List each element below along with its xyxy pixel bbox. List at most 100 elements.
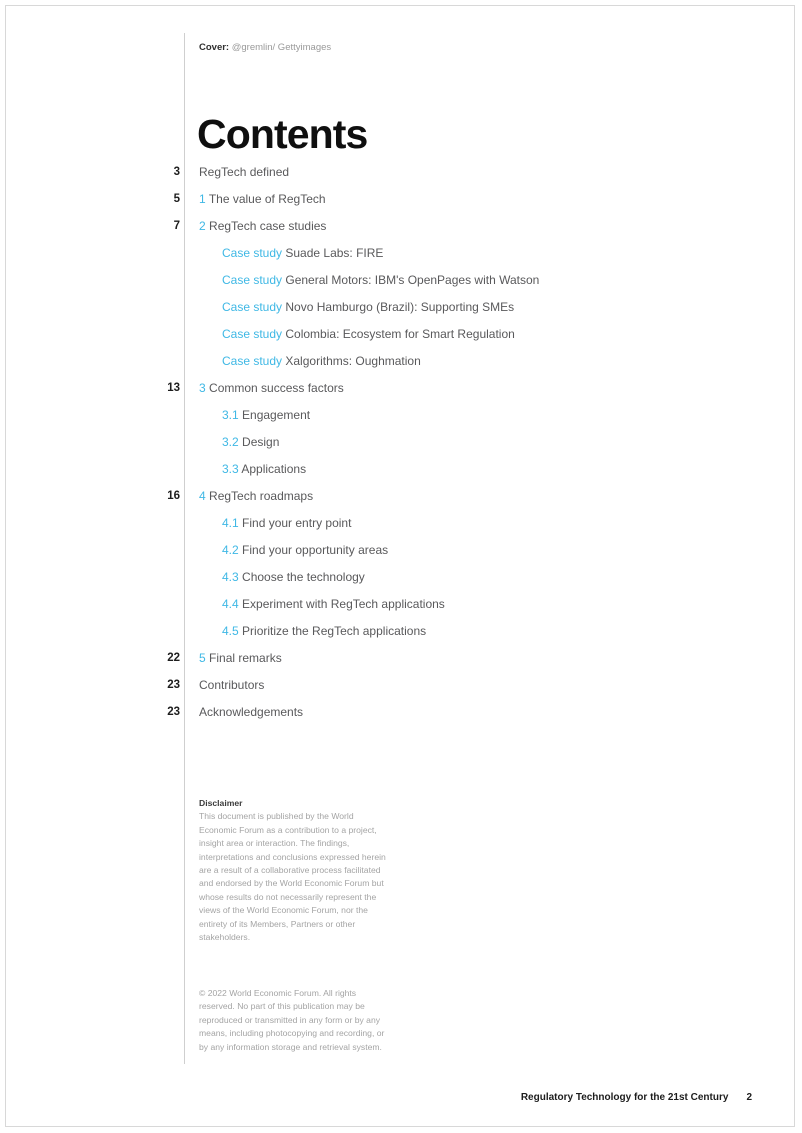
toc-entry[interactable]: Case study Novo Hamburgo (Brazil): Suppo… (222, 299, 514, 315)
toc-entry-label: Novo Hamburgo (Brazil): Supporting SMEs (285, 300, 515, 314)
toc-entry[interactable]: 2 RegTech case studies (199, 218, 326, 234)
disclaimer-block: Disclaimer This document is published by… (199, 797, 391, 944)
toc-row[interactable]: 3.1 Engagement (6, 407, 794, 434)
footer-title: Regulatory Technology for the 21st Centu… (520, 1092, 729, 1103)
toc-row[interactable]: 13 3 Common success factors (6, 380, 794, 407)
toc-entry[interactable]: 4 RegTech roadmaps (199, 488, 313, 504)
toc-section-number: 3.1 (222, 408, 239, 422)
toc-section-number: 2 (199, 219, 206, 233)
toc-entry[interactable]: 4.4 Experiment with RegTech applications (222, 596, 445, 612)
toc-entry[interactable]: 1 The value of RegTech (199, 191, 326, 207)
toc-row[interactable]: 4.1 Find your entry point (6, 515, 794, 542)
disclaimer-body: This document is published by the World … (199, 811, 386, 943)
toc-row[interactable]: 3 RegTech defined (6, 164, 794, 191)
toc-entry[interactable]: RegTech defined (199, 164, 289, 180)
toc-row[interactable]: 4.3 Choose the technology (6, 569, 794, 596)
toc-section-number: 4.2 (222, 543, 239, 557)
toc-entry-label: Experiment with RegTech applications (242, 597, 445, 611)
table-of-contents: 3 RegTech defined 5 1 The value of RegTech 7… (6, 164, 794, 731)
toc-page-number: 23 (167, 706, 180, 718)
toc-section-number: 3.3 (222, 462, 239, 476)
disclaimer-heading: Disclaimer (199, 798, 243, 808)
toc-entry[interactable]: Case study Xalgorithms: Oughmation (222, 353, 421, 369)
toc-entry[interactable]: Case study Suade Labs: FIRE (222, 245, 383, 261)
toc-case-study-tag: Case study (222, 300, 283, 314)
cover-credit-value: @gremlin/ Gettyimages (231, 42, 332, 53)
toc-row[interactable]: 3.2 Design (6, 434, 794, 461)
toc-entry[interactable]: Case study General Motors: IBM's OpenPag… (222, 272, 539, 288)
toc-entry-label: Applications (241, 462, 307, 476)
toc-entry-label: RegTech defined (199, 165, 290, 179)
toc-entry[interactable]: 3 Common success factors (199, 380, 344, 396)
toc-section-number: 4.3 (222, 570, 239, 584)
toc-entry-label: Common success factors (209, 381, 344, 395)
toc-section-number: 3.2 (222, 435, 239, 449)
toc-section-number: 4.4 (222, 597, 239, 611)
toc-case-study-tag: Case study (222, 246, 283, 260)
toc-row[interactable]: 3.3 Applications (6, 461, 794, 488)
toc-entry[interactable]: 3.3 Applications (222, 461, 306, 477)
toc-entry-label: Find your entry point (242, 516, 352, 530)
toc-section-number: 4.1 (222, 516, 239, 530)
toc-row[interactable]: 16 4 RegTech roadmaps (6, 488, 794, 515)
toc-page-number: 7 (173, 220, 180, 232)
toc-entry-label: Final remarks (209, 651, 282, 665)
toc-entry-label: Design (242, 435, 280, 449)
toc-section-number: 4.5 (222, 624, 239, 638)
toc-row[interactable]: 5 1 The value of RegTech (6, 191, 794, 218)
toc-row[interactable]: 7 2 RegTech case studies (6, 218, 794, 245)
toc-case-study-tag: Case study (222, 273, 283, 287)
toc-page-number: 22 (167, 652, 180, 664)
toc-entry-label: Suade Labs: FIRE (285, 246, 384, 260)
toc-entry[interactable]: Case study Colombia: Ecosystem for Smart… (222, 326, 515, 342)
toc-entry-label: Find your opportunity areas (242, 543, 389, 557)
toc-row[interactable]: Case study Suade Labs: FIRE (6, 245, 794, 272)
page-title: Contents (197, 111, 368, 158)
toc-entry[interactable]: Contributors (199, 677, 264, 693)
cover-credit-label: Cover: (199, 42, 230, 53)
copyright-notice: © 2022 World Economic Forum. All rights … (199, 988, 385, 1052)
toc-row[interactable]: 4.2 Find your opportunity areas (6, 542, 794, 569)
toc-row[interactable]: 4.4 Experiment with RegTech applications (6, 596, 794, 623)
document-page: Cover: @gremlin/ Gettyimages Contents 3 R… (5, 5, 795, 1127)
toc-entry-label: Contributors (199, 678, 265, 692)
toc-section-number: 4 (199, 489, 206, 503)
toc-entry-label: RegTech roadmaps (209, 489, 314, 503)
toc-entry[interactable]: 4.5 Prioritize the RegTech applications (222, 623, 426, 639)
toc-row[interactable]: 23 Acknowledgements (6, 704, 794, 731)
toc-entry-label: General Motors: IBM's OpenPages with Wat… (285, 273, 540, 287)
toc-entry[interactable]: 4.2 Find your opportunity areas (222, 542, 388, 558)
toc-row[interactable]: 22 5 Final remarks (6, 650, 794, 677)
toc-row[interactable]: Case study Xalgorithms: Oughmation (6, 353, 794, 380)
toc-row[interactable]: Case study Colombia: Ecosystem for Smart… (6, 326, 794, 353)
toc-entry[interactable]: Acknowledgements (199, 704, 303, 720)
toc-page-number: 23 (167, 679, 180, 691)
toc-page-number: 13 (167, 382, 180, 394)
toc-case-study-tag: Case study (222, 327, 283, 341)
toc-entry[interactable]: 4.3 Choose the technology (222, 569, 365, 585)
toc-row[interactable]: 23 Contributors (6, 677, 794, 704)
toc-section-number: 5 (199, 651, 206, 665)
page-footer: Regulatory Technology for the 21st Centu… (521, 1091, 752, 1105)
toc-row[interactable]: Case study General Motors: IBM's OpenPag… (6, 272, 794, 299)
toc-entry-label: Engagement (242, 408, 311, 422)
cover-credit: Cover: @gremlin/ Gettyimages (199, 41, 459, 54)
toc-entry-label: The value of RegTech (208, 192, 326, 206)
toc-page-number: 16 (167, 490, 180, 502)
toc-page-number: 3 (173, 166, 180, 178)
toc-section-number: 1 (199, 192, 206, 206)
toc-row[interactable]: Case study Novo Hamburgo (Brazil): Suppo… (6, 299, 794, 326)
toc-entry-label: RegTech case studies (209, 219, 327, 233)
footer-page-number: 2 (746, 1092, 752, 1103)
toc-page-number: 5 (173, 193, 180, 205)
toc-entry-label: Colombia: Ecosystem for Smart Regulation (285, 327, 515, 341)
toc-row[interactable]: 4.5 Prioritize the RegTech applications (6, 623, 794, 650)
toc-section-number: 3 (199, 381, 206, 395)
toc-entry[interactable]: 5 Final remarks (199, 650, 282, 666)
toc-entry[interactable]: 3.2 Design (222, 434, 279, 450)
toc-entry-label: Prioritize the RegTech applications (242, 624, 427, 638)
toc-entry-label: Choose the technology (242, 570, 365, 584)
toc-entry-label: Acknowledgements (199, 705, 304, 719)
toc-entry[interactable]: 4.1 Find your entry point (222, 515, 351, 531)
toc-entry[interactable]: 3.1 Engagement (222, 407, 310, 423)
